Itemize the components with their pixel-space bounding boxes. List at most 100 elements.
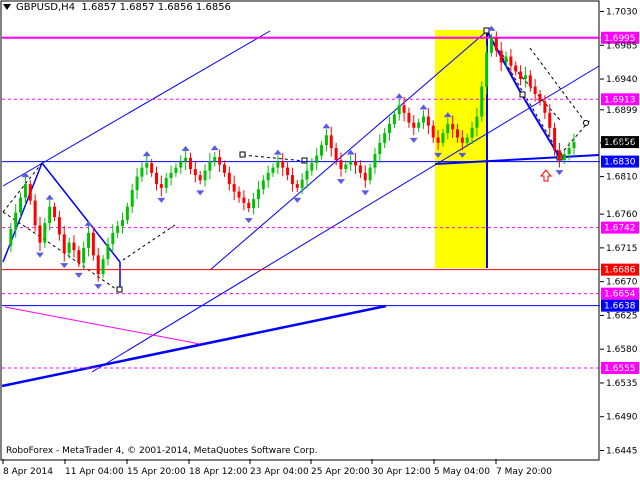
x-tick-label: 30 Apr 12:00 (372, 467, 431, 477)
candle-body (91, 232, 95, 256)
wave-marker (239, 151, 246, 158)
x-tick-label: 7 May 20:00 (496, 467, 552, 477)
candle-body (329, 135, 333, 149)
candle-body (140, 167, 144, 177)
candle-body (276, 161, 280, 168)
fractal-down-icon (336, 179, 345, 185)
x-tick-label: 23 Apr 04:00 (250, 467, 309, 477)
candle-body (261, 180, 265, 190)
candle-body (363, 172, 367, 181)
fractal-down-icon (35, 252, 44, 258)
candle-body (252, 199, 256, 209)
candle-body (344, 164, 348, 170)
candle-body (378, 142, 382, 155)
y-tick-label: 1.6625 (606, 311, 638, 321)
candle-body (383, 133, 387, 143)
candle-body (111, 232, 115, 245)
candle-body (354, 161, 358, 166)
candle-body (485, 52, 489, 87)
x-tick-label: 25 Apr 20:00 (311, 467, 370, 477)
candle-body (572, 142, 576, 149)
candle-body (451, 124, 455, 130)
fractal-up-icon (210, 145, 219, 151)
y-tick-label: 1.6855 (606, 139, 638, 149)
fractal-down-icon (244, 218, 253, 224)
candle-body (232, 184, 236, 192)
fractal-up-icon (273, 149, 282, 155)
wave-marker (116, 286, 123, 293)
candle-body (222, 164, 226, 173)
candle-body (480, 86, 484, 117)
support-line-thick (1, 304, 387, 388)
candle-body (184, 157, 188, 162)
candle-body (557, 150, 561, 161)
candle-body (57, 217, 61, 235)
candle-body (407, 112, 411, 123)
fractal-up-icon (84, 220, 93, 226)
target-marker (583, 120, 589, 126)
candle-body (77, 250, 81, 263)
candle-body (514, 65, 518, 72)
channel-upper-left (2, 30, 271, 187)
candle-body (465, 137, 469, 143)
x-tick-label: 11 Apr 04:00 (65, 467, 124, 477)
candle-body (9, 229, 13, 246)
fractal-up-icon (346, 149, 355, 155)
candle-body (125, 206, 129, 221)
candle-body (504, 56, 508, 63)
candle-body (392, 114, 396, 125)
candle-body (62, 234, 66, 254)
candle-body (300, 179, 304, 188)
candle-body (446, 124, 450, 134)
wave-marker (519, 91, 526, 98)
wave-marker (301, 157, 308, 164)
fractal-down-icon (555, 170, 564, 176)
candle-body (455, 129, 459, 138)
candles (9, 31, 576, 282)
candle-body (548, 112, 552, 128)
candle-body (475, 116, 479, 128)
candle-body (324, 135, 328, 146)
candle-body (562, 154, 566, 161)
candle-body (242, 197, 246, 203)
fractal-down-icon (409, 137, 418, 143)
candle-body (82, 247, 86, 263)
candle-body (373, 154, 377, 168)
candle-body (203, 170, 207, 181)
y-tick-label: 1.6985 (606, 41, 638, 51)
fractal-down-icon (196, 190, 205, 196)
candle-body (164, 178, 168, 188)
candle-body (28, 184, 32, 201)
candle-body (368, 167, 372, 181)
chart-menu-icon[interactable] (3, 4, 11, 10)
level-price-text: 1.6742 (604, 224, 636, 234)
candle-body (72, 242, 76, 251)
candle-body (247, 202, 251, 209)
candle-body (339, 160, 343, 170)
chart-footer: RoboForex - MetaTrader 4, © 2001-2014, M… (6, 446, 318, 456)
y-tick-label: 1.6899 (606, 106, 638, 116)
candle-body (135, 176, 139, 191)
candle-body (315, 155, 319, 164)
candle-body (310, 163, 314, 171)
fractal-up-icon (395, 93, 404, 99)
candle-body (441, 133, 445, 143)
candle-body (422, 116, 426, 123)
candle-body (174, 167, 178, 173)
candle-body (286, 167, 290, 176)
y-tick-label: 1.7030 (606, 8, 638, 18)
level-price-text: 1.6830 (604, 158, 636, 168)
candle-body (567, 148, 571, 155)
y-tick-label: 1.6445 (606, 446, 638, 456)
candle-body (19, 197, 23, 213)
y-tick-label: 1.6715 (606, 244, 638, 254)
candle-body (460, 137, 464, 143)
candle-body (116, 226, 120, 233)
candle-body (553, 127, 557, 151)
candle-body (53, 206, 57, 218)
candle-body (290, 175, 294, 185)
candle-body (159, 184, 163, 188)
candle-body (494, 37, 498, 51)
candle-body (208, 161, 212, 171)
fractal-up-icon (142, 151, 151, 157)
